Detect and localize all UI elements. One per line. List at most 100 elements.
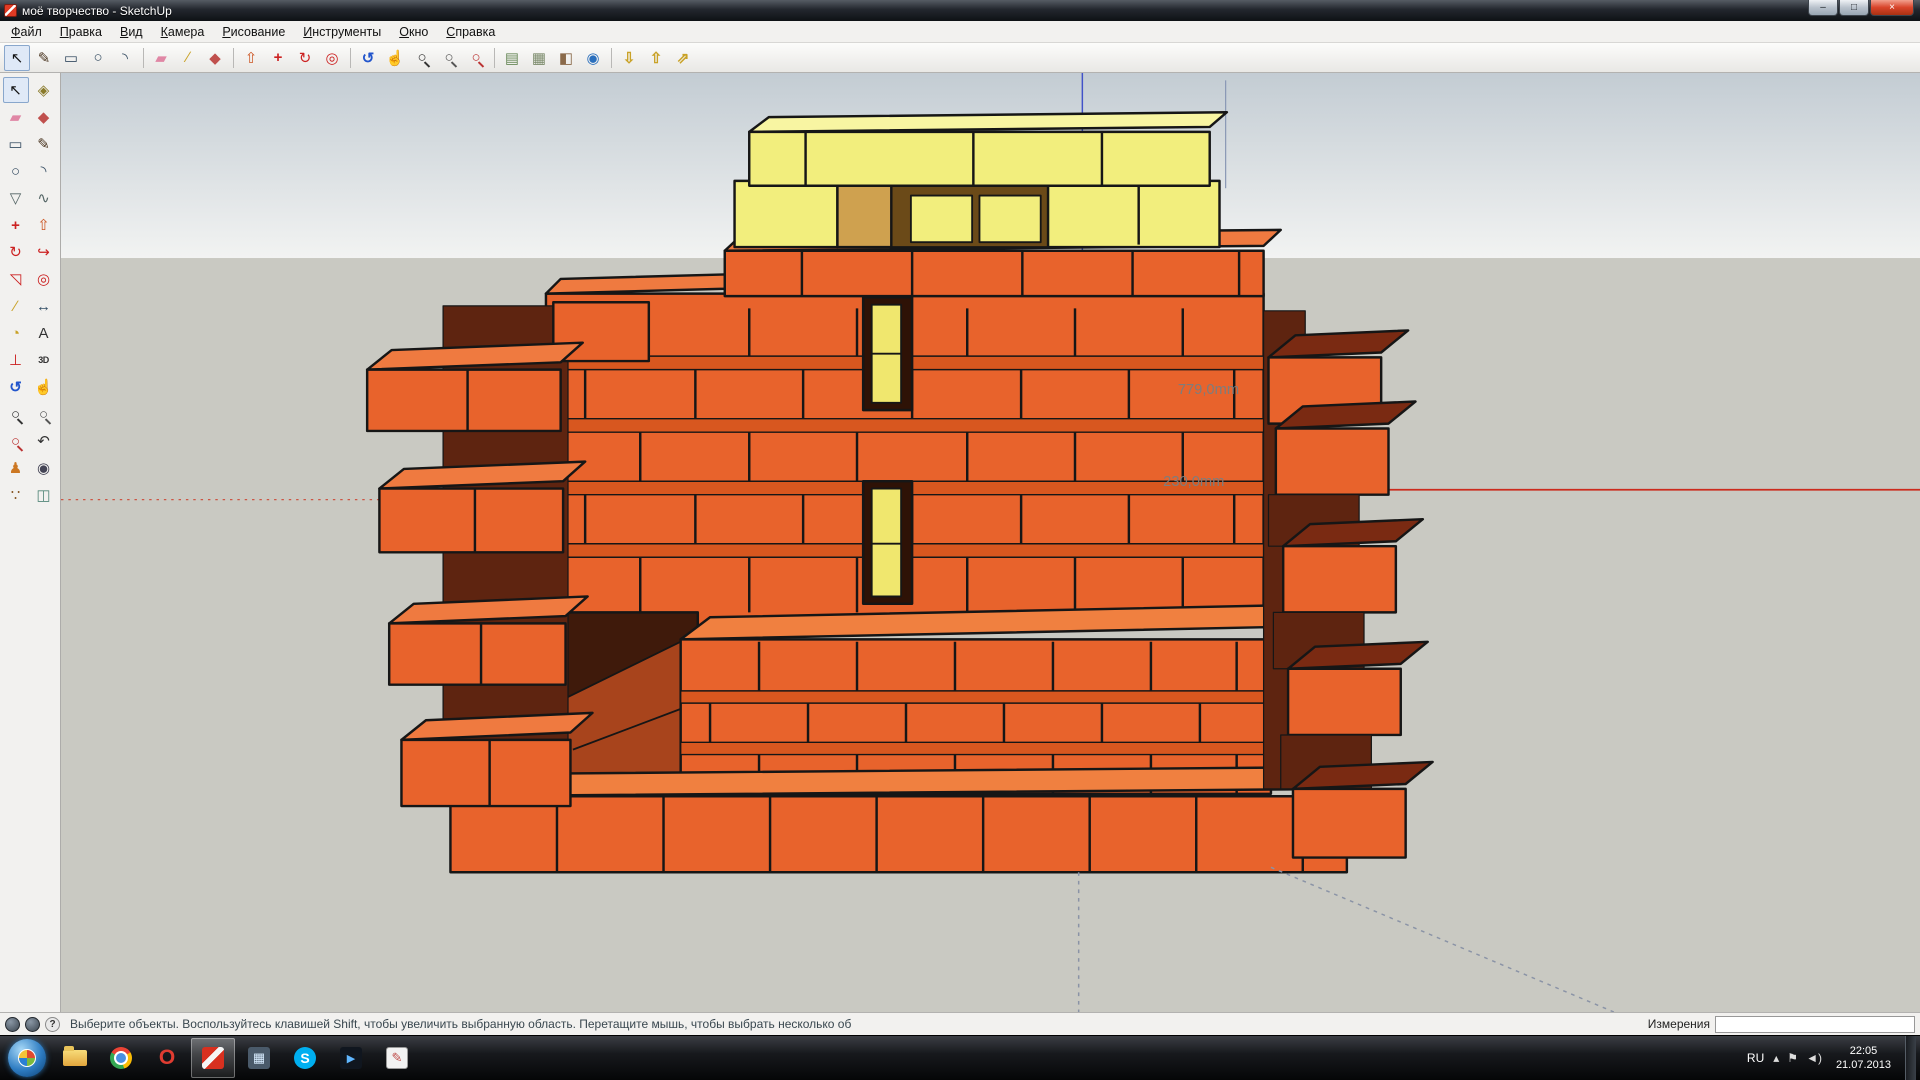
- menu-draw[interactable]: Рисование: [214, 23, 293, 41]
- palette-circle-tool[interactable]: ○: [3, 158, 29, 184]
- taskbar-media-app[interactable]: ▶: [329, 1038, 373, 1078]
- share-model-button[interactable]: ⇧: [643, 45, 669, 71]
- palette-select-tool[interactable]: ↖: [3, 77, 29, 103]
- palette-walk-tool[interactable]: ∵: [3, 482, 29, 508]
- tool-palette: ↖◈▰◆▭✎○◝▽∿+⇧↻↪◹◎∕↔◔A⊥3D↺☝○○○↶♟◉∵◫: [0, 73, 61, 1012]
- taskbar: O ▦S▶✎ RU ▴ ⚑ ◄) 22:05 21.07.2013: [0, 1035, 1920, 1080]
- taskbar-skype[interactable]: S: [283, 1038, 327, 1078]
- language-indicator[interactable]: RU: [1747, 1051, 1764, 1065]
- volume-icon[interactable]: ◄): [1806, 1051, 1822, 1065]
- viewport-canvas[interactable]: 779,0mm 230,0mm: [61, 73, 1920, 1012]
- help-button[interactable]: ?: [45, 1017, 60, 1032]
- viewport[interactable]: 779,0mm 230,0mm: [61, 73, 1920, 1012]
- palette-scale-tool[interactable]: ◹: [3, 266, 29, 292]
- clock-date: 21.07.2013: [1836, 1058, 1891, 1072]
- arc-tool-button[interactable]: ◝: [112, 45, 138, 71]
- sketchup-window: моё творчество - SketchUp – □ × ФайлПрав…: [0, 0, 1920, 1080]
- palette-paint-bucket-tool[interactable]: ◆: [31, 104, 57, 130]
- palette-look-around-tool[interactable]: ◉: [31, 455, 57, 481]
- get-models-button[interactable]: ⇩: [616, 45, 642, 71]
- palette-zoom-window-tool[interactable]: ○: [31, 401, 57, 427]
- select-tool-button[interactable]: ↖: [4, 45, 30, 71]
- share-component-button[interactable]: ⇗: [670, 45, 696, 71]
- taskbar-opera[interactable]: O: [145, 1038, 189, 1078]
- taskbar-explorer[interactable]: [53, 1038, 97, 1078]
- rectangle-tool-button[interactable]: ▭: [58, 45, 84, 71]
- palette-line-tool[interactable]: ✎: [31, 131, 57, 157]
- clock[interactable]: 22:05 21.07.2013: [1831, 1044, 1896, 1073]
- system-tray: RU ▴ ⚑ ◄) 22:05 21.07.2013: [1747, 1036, 1918, 1080]
- show-desktop-button[interactable]: [1905, 1036, 1916, 1080]
- photo-textures-button[interactable]: ◧: [553, 45, 579, 71]
- palette-zoom-previous-tool[interactable]: ↶: [31, 428, 57, 454]
- action-center-flag-icon[interactable]: ⚑: [1787, 1051, 1798, 1065]
- zoom-window-tool-button[interactable]: ○: [436, 45, 462, 71]
- palette-freehand-tool[interactable]: ∿: [31, 185, 57, 211]
- hidden-icons-chevron[interactable]: ▴: [1773, 1051, 1779, 1065]
- palette-arc-tool[interactable]: ◝: [31, 158, 57, 184]
- palette-position-camera-tool[interactable]: ♟: [3, 455, 29, 481]
- measurements-input[interactable]: [1715, 1016, 1915, 1033]
- palette-section-plane-tool[interactable]: ◫: [31, 482, 57, 508]
- menu-camera[interactable]: Камера: [153, 23, 213, 41]
- palette-text-tool[interactable]: A: [31, 320, 57, 346]
- eraser-tool-button[interactable]: ▰: [148, 45, 174, 71]
- zoom-tool-button[interactable]: ○: [409, 45, 435, 71]
- palette-zoom-extents-tool[interactable]: ○: [3, 428, 29, 454]
- pan-tool-button[interactable]: ☝: [382, 45, 408, 71]
- menu-view[interactable]: Вид: [112, 23, 151, 41]
- palette-eraser-tool[interactable]: ▰: [3, 104, 29, 130]
- taskbar-chrome[interactable]: [99, 1038, 143, 1078]
- taskbar-calculator[interactable]: ▦: [237, 1038, 281, 1078]
- palette-offset-tool[interactable]: ◎: [31, 266, 57, 292]
- geolocation-button[interactable]: [5, 1017, 20, 1032]
- palette-pan-tool[interactable]: ☝: [31, 374, 57, 400]
- taskbar-paint-app[interactable]: ✎: [375, 1038, 419, 1078]
- palette-rotate-tool[interactable]: ↻: [3, 239, 29, 265]
- palette-make-component-tool[interactable]: ◈: [31, 77, 57, 103]
- push-pull-tool-button[interactable]: ⇧: [238, 45, 264, 71]
- palette-tape-measure-tool[interactable]: ∕: [3, 293, 29, 319]
- window-controls: – □ ×: [1808, 0, 1920, 16]
- maximize-button[interactable]: □: [1839, 0, 1869, 16]
- credits-button[interactable]: [25, 1017, 40, 1032]
- taskbar-sketchup[interactable]: [191, 1038, 235, 1078]
- toolbar-separator: [490, 45, 498, 71]
- palette-protractor-tool[interactable]: ◔: [3, 320, 29, 346]
- orbit-tool-button[interactable]: ↺: [355, 45, 381, 71]
- toolbar-separator: [139, 45, 147, 71]
- palette-push-pull-tool[interactable]: ⇧: [31, 212, 57, 238]
- start-button[interactable]: [8, 1039, 46, 1077]
- tape-measure-tool-button[interactable]: ∕: [175, 45, 201, 71]
- palette-orbit-tool[interactable]: ↺: [3, 374, 29, 400]
- menu-tools[interactable]: Инструменты: [295, 23, 389, 41]
- palette-move-tool[interactable]: +: [3, 212, 29, 238]
- offset-tool-button[interactable]: ◎: [319, 45, 345, 71]
- palette-follow-me-tool[interactable]: ↪: [31, 239, 57, 265]
- palette-rectangle-tool[interactable]: ▭: [3, 131, 29, 157]
- circle-tool-button[interactable]: ○: [85, 45, 111, 71]
- preview-google-earth-button[interactable]: ◉: [580, 45, 606, 71]
- add-location-button[interactable]: ▤: [499, 45, 525, 71]
- statusbar: ? Выберите объекты. Воспользуйтесь клави…: [0, 1012, 1920, 1035]
- menu-help[interactable]: Справка: [438, 23, 503, 41]
- minimize-button[interactable]: –: [1808, 0, 1838, 16]
- palette-3d-text-tool[interactable]: 3D: [31, 347, 57, 373]
- palette-zoom-tool[interactable]: ○: [3, 401, 29, 427]
- rotate-tool-button[interactable]: ↻: [292, 45, 318, 71]
- sketchup-app-icon: [4, 4, 17, 17]
- palette-dimensions-tool[interactable]: ↔: [31, 293, 57, 319]
- menu-file[interactable]: Файл: [3, 23, 50, 41]
- menu-edit[interactable]: Правка: [52, 23, 110, 41]
- close-button[interactable]: ×: [1870, 0, 1914, 16]
- paint-bucket-tool-button[interactable]: ◆: [202, 45, 228, 71]
- line-tool-button[interactable]: ✎: [31, 45, 57, 71]
- window-title: моё творчество - SketchUp: [22, 4, 172, 18]
- move-tool-button[interactable]: +: [265, 45, 291, 71]
- titlebar: моё творчество - SketchUp – □ ×: [0, 0, 1920, 21]
- toggle-terrain-button[interactable]: ▦: [526, 45, 552, 71]
- zoom-extents-tool-button[interactable]: ○: [463, 45, 489, 71]
- palette-polygon-tool[interactable]: ▽: [3, 185, 29, 211]
- menu-window[interactable]: Окно: [391, 23, 436, 41]
- palette-axes-tool[interactable]: ⊥: [3, 347, 29, 373]
